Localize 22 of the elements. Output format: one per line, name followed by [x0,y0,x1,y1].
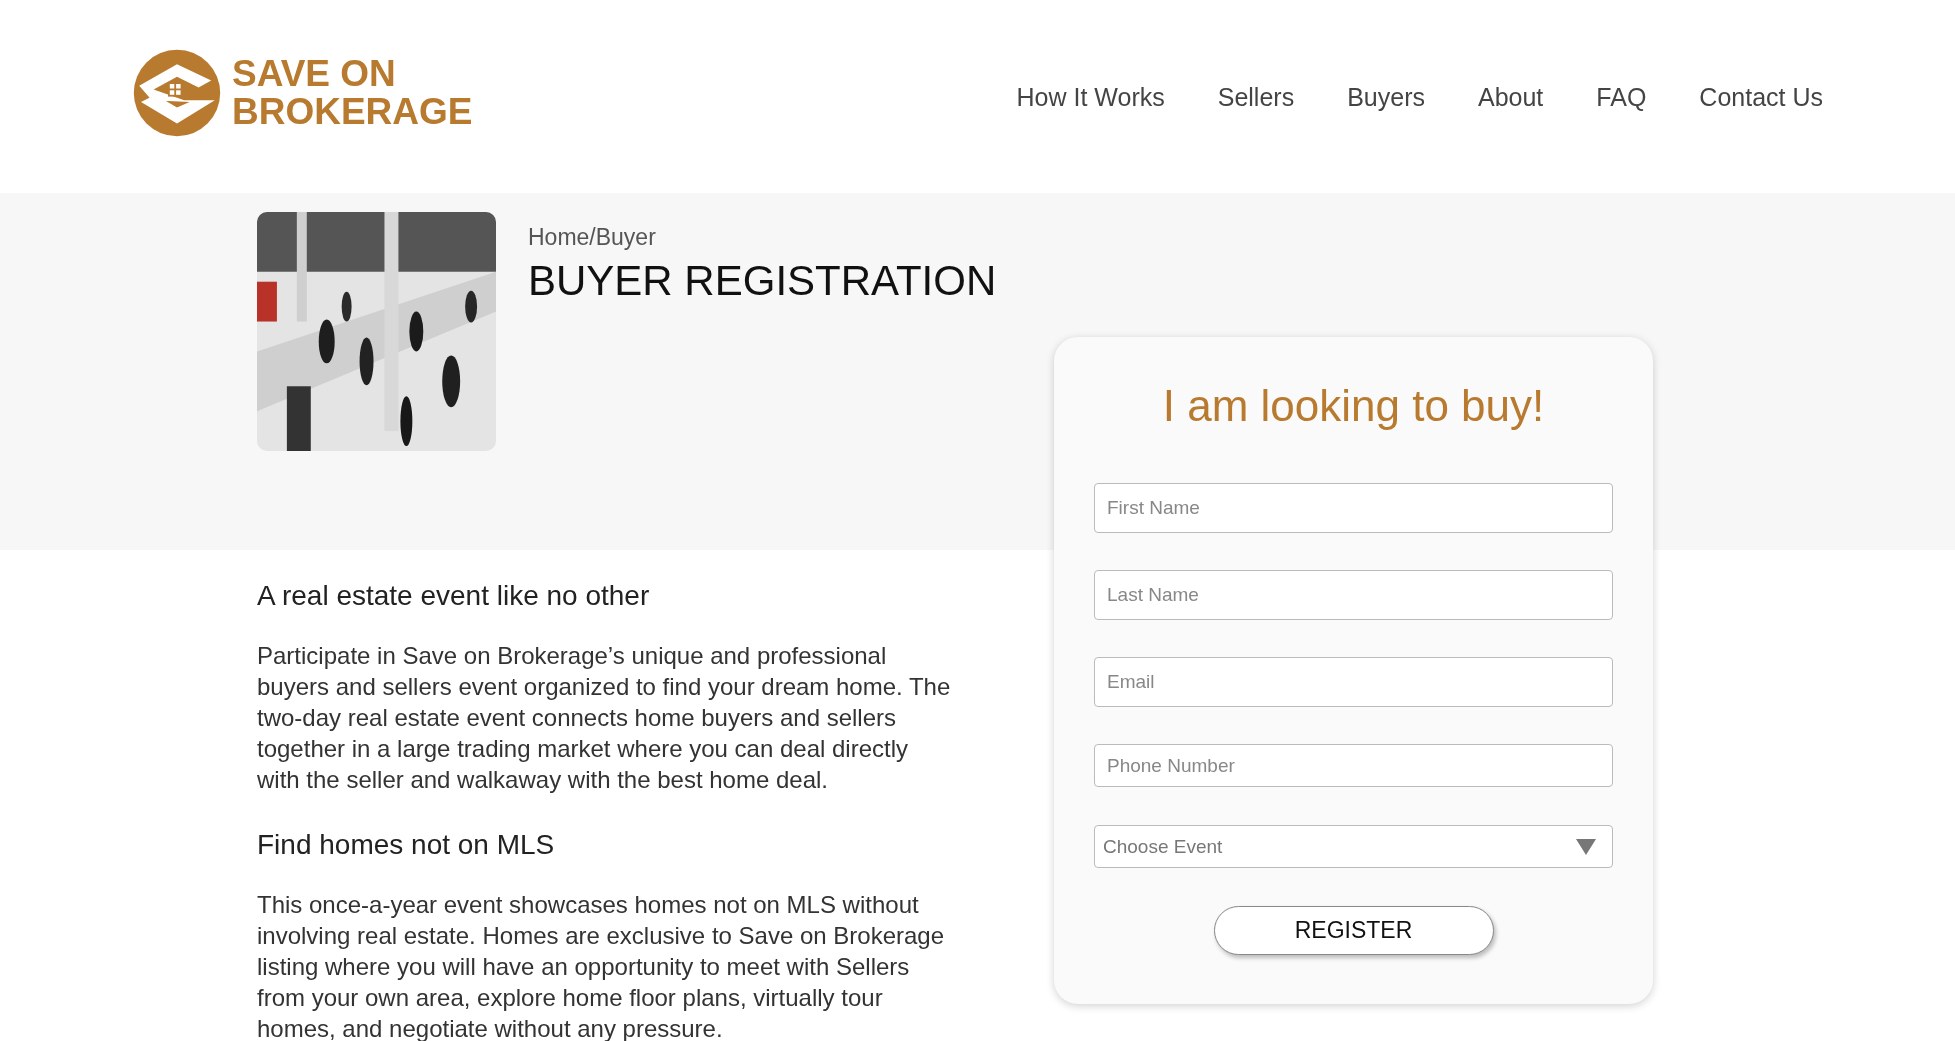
nav-link[interactable]: FAQ [1596,83,1647,112]
page-title: BUYER REGISTRATION [528,257,997,305]
nav-link[interactable]: About [1477,83,1544,112]
nav-link[interactable]: How It Works [1016,83,1165,112]
nav-link[interactable]: Contact Us [1699,83,1823,112]
breadcrumb: Home/Buyer [528,224,657,251]
section-heading: A real estate event like no other [257,580,651,612]
paragraph: Participate in Save on Brokerage’s unique and professional buyers and sellers event organized to find your dream home. The two-day real estate event connects home buyers and sellers together in a large trading market where you can deal directly with the seller and walkaway with the best home deal. [257,641,952,795]
input-field[interactable]: Email [1094,657,1613,707]
logo-icon [132,47,222,138]
event-select[interactable]: Choose Event [1094,825,1613,868]
dropdown-icon [1576,838,1596,855]
logo-wordmark: SAVE ON [232,54,397,93]
input-field[interactable]: Last Name [1094,570,1613,620]
logo-wordmark: BROKERAGE [232,92,473,131]
register-button[interactable]: REGISTER [1213,906,1494,955]
nav-link[interactable]: Buyers [1347,83,1425,112]
form-title: I am looking to buy! [1162,381,1545,431]
section-heading: Find homes not on MLS [257,829,556,861]
input-field[interactable]: First Name [1094,483,1613,533]
nav-link[interactable]: Sellers [1217,83,1295,112]
input-field[interactable]: Phone Number [1094,744,1613,787]
